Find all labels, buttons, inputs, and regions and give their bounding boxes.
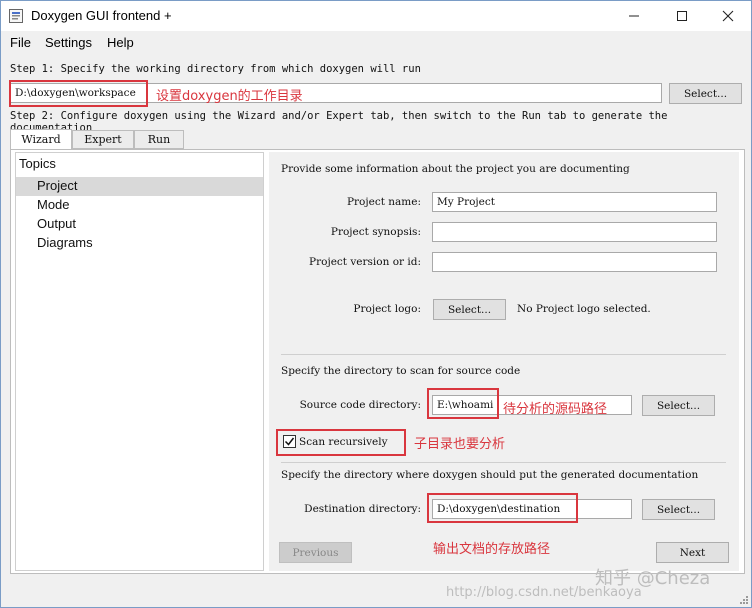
project-intro-text: Provide some information about the proje… bbox=[281, 163, 630, 175]
resize-grip-icon[interactable] bbox=[739, 595, 749, 605]
annotation-workdir: 设置doxygen的工作目录 bbox=[156, 89, 303, 104]
annotation-box-source bbox=[427, 388, 499, 419]
minimize-icon bbox=[629, 15, 639, 17]
csdn-watermark: http://blog.csdn.net/benkaoya bbox=[446, 585, 642, 600]
destination-intro-text: Specify the directory where doxygen shou… bbox=[281, 469, 699, 481]
project-version-input[interactable] bbox=[432, 252, 717, 272]
annotation-box-workdir bbox=[9, 80, 148, 107]
project-name-label: Project name: bbox=[346, 196, 421, 208]
destination-directory-label: Destination directory: bbox=[304, 503, 421, 515]
window-title: Doxygen GUI frontend + bbox=[31, 8, 172, 23]
project-logo-select-button[interactable]: Select... bbox=[433, 299, 506, 320]
tab-wizard[interactable]: Wizard bbox=[10, 129, 72, 150]
topics-panel: Topics Project Mode Output Diagrams bbox=[15, 152, 264, 571]
project-synopsis-input[interactable] bbox=[432, 222, 717, 242]
section-divider bbox=[281, 354, 726, 355]
project-name-input[interactable]: My Project bbox=[432, 192, 717, 212]
tab-run[interactable]: Run bbox=[134, 130, 184, 149]
menu-settings[interactable]: Settings bbox=[45, 35, 92, 50]
previous-button[interactable]: Previous bbox=[279, 542, 352, 563]
tab-expert[interactable]: Expert bbox=[72, 130, 134, 149]
annotation-box-destination bbox=[427, 493, 578, 523]
topic-diagrams[interactable]: Diagrams bbox=[16, 234, 263, 253]
topic-project[interactable]: Project bbox=[16, 177, 263, 196]
source-directory-select-button[interactable]: Select... bbox=[642, 395, 715, 416]
topic-output[interactable]: Output bbox=[16, 215, 263, 234]
topic-mode[interactable]: Mode bbox=[16, 196, 263, 215]
destination-directory-select-button[interactable]: Select... bbox=[642, 499, 715, 520]
project-logo-status: No Project logo selected. bbox=[517, 303, 651, 315]
annotation-source: 待分析的源码路径 bbox=[503, 402, 608, 417]
app-window: Doxygen GUI frontend + File Settings Hel… bbox=[0, 0, 752, 608]
source-directory-label: Source code directory: bbox=[299, 399, 421, 411]
step1-instruction: Step 1: Specify the working directory fr… bbox=[10, 63, 421, 75]
title-bar: Doxygen GUI frontend + bbox=[1, 1, 751, 31]
close-button[interactable] bbox=[705, 1, 751, 31]
project-logo-label: Project logo: bbox=[353, 303, 421, 315]
maximize-button[interactable] bbox=[659, 1, 705, 31]
next-button[interactable]: Next bbox=[656, 542, 729, 563]
minimize-button[interactable] bbox=[611, 1, 657, 31]
source-intro-text: Specify the directory to scan for source… bbox=[281, 365, 521, 377]
annotation-recursive: 子目录也要分析 bbox=[414, 437, 506, 452]
project-synopsis-label: Project synopsis: bbox=[330, 226, 421, 238]
section-divider bbox=[281, 462, 726, 463]
maximize-icon bbox=[677, 11, 687, 21]
topics-title: Topics bbox=[19, 156, 56, 171]
annotation-box-recursive bbox=[276, 429, 406, 456]
working-directory-select-button[interactable]: Select... bbox=[669, 83, 742, 104]
project-version-label: Project version or id: bbox=[309, 256, 421, 268]
annotation-destination: 输出文档的存放路径 bbox=[433, 542, 551, 557]
doxygen-app-icon bbox=[9, 9, 23, 23]
menu-bar: File Settings Help bbox=[1, 31, 751, 55]
close-icon bbox=[722, 10, 734, 22]
menu-file[interactable]: File bbox=[10, 35, 31, 50]
menu-help[interactable]: Help bbox=[107, 35, 134, 50]
